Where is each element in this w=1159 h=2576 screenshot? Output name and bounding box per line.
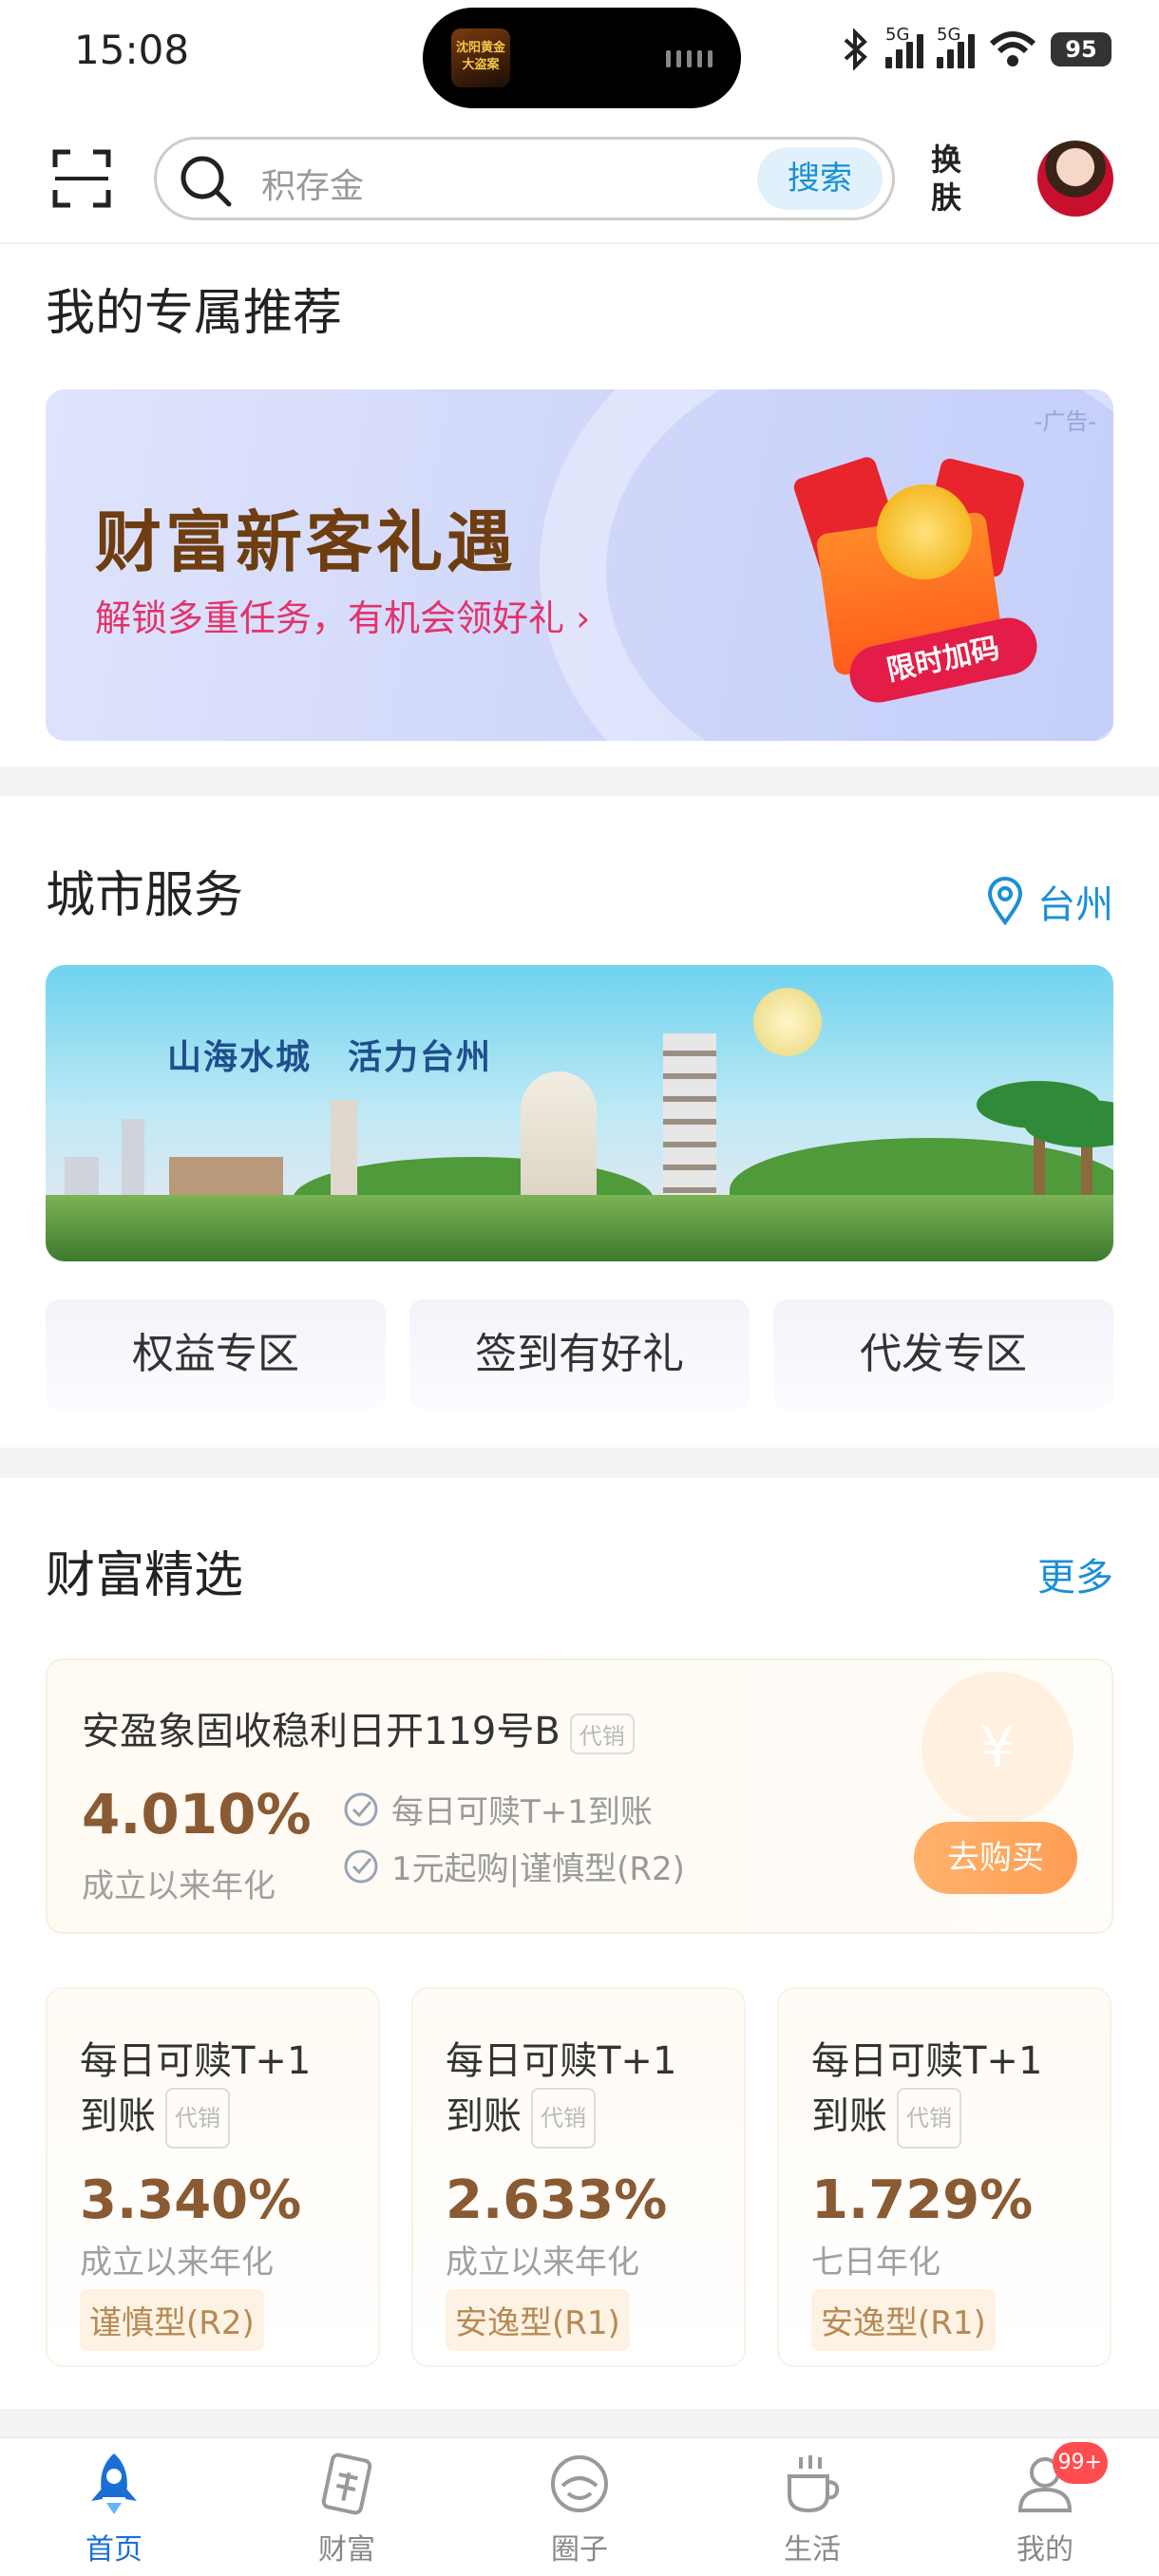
promo-banner[interactable]: -广告- 财富新客礼遇 解锁多重任务，有机会领好礼 › 限时加码 [46, 389, 1113, 741]
moon-icon [753, 988, 822, 1056]
distribution-badge: 代销 [897, 2088, 961, 2149]
risk-badge: 安逸型(R1) [446, 2289, 630, 2351]
check-circle-icon [344, 1849, 378, 1883]
distribution-badge: 代销 [531, 2088, 596, 2149]
product-rate: 2.633% [446, 2169, 668, 2231]
city-banner-text: 山海水城 活力台州 [167, 1037, 493, 1077]
featured-product-card[interactable]: ¥ 安盈象固收稳利日开119号B 代销 4.010% 成立以来年化 每日可赎T+1… [46, 1658, 1113, 1934]
product-rate-label: 七日年化 [811, 2244, 940, 2282]
skin-label-top: 换 [931, 142, 962, 178]
audio-bars-icon [666, 50, 712, 67]
recommend-section: 我的专属推荐 -广告- 财富新客礼遇 解锁多重任务，有机会领好礼 › 限时加码 [0, 244, 1159, 767]
avatar[interactable] [1037, 141, 1113, 217]
wealth-title: 财富精选 [46, 1547, 244, 1604]
distribution-badge: 代销 [569, 1713, 635, 1754]
recommend-title: 我的专属推荐 [46, 285, 343, 342]
product-name: 每日可赎T+1 到账 代销 [80, 2035, 365, 2149]
search-button[interactable]: 搜索 [757, 147, 883, 210]
battery-indicator: 95 [1051, 32, 1112, 66]
promo-title: 财富新客礼遇 [95, 503, 517, 581]
risk-badge: 安逸型(R1) [811, 2289, 996, 2351]
search-icon [180, 156, 232, 207]
search-bar[interactable]: 积存金 搜索 [154, 137, 895, 220]
product-rate: 4.010% [82, 1782, 312, 1847]
city-banner[interactable]: 山海水城 活力台州 [46, 965, 1113, 1261]
promo-subtitle: 解锁多重任务，有机会领好礼 › [95, 597, 591, 639]
circle-chat-icon [551, 2455, 608, 2512]
product-rate: 3.340% [80, 2169, 302, 2231]
check-circle-icon [344, 1792, 378, 1826]
status-bar: 15:08 沈阳黄金大盗案 5G 5G 95 [0, 0, 1159, 112]
wifi-icon [989, 31, 1036, 66]
nav-circle[interactable]: 圈子 [522, 2448, 636, 2567]
service-benefits-button[interactable]: 权益专区 [46, 1299, 386, 1410]
buy-button[interactable]: 去购买 [914, 1822, 1077, 1894]
island-app-thumbnail: 沈阳黄金大盗案 [451, 28, 510, 87]
city-services-section: 城市服务 台州 山海水城 活力台州 权益专区 签到有好礼 代发专区 [0, 796, 1159, 1448]
bluetooth-icon [844, 28, 867, 70]
service-signin-button[interactable]: 签到有好礼 [409, 1299, 750, 1410]
search-placeholder: 积存金 [261, 167, 365, 206]
status-time: 15:08 [74, 27, 190, 73]
signal-icon-2: 5G [937, 25, 975, 68]
more-link[interactable]: 更多 [1037, 1546, 1113, 1601]
rocket-icon [91, 2453, 137, 2514]
gift-box-icon: 限时加码 [768, 446, 1053, 709]
notification-badge: 99+ [1052, 2442, 1108, 2484]
product-card[interactable]: 每日可赎T+1 到账 代销 1.729% 七日年化 安逸型(R1) [777, 1987, 1112, 2367]
nav-mine[interactable]: 我的 99+ [988, 2442, 1108, 2567]
risk-badge: 谨慎型(R2) [80, 2289, 264, 2351]
system-icons: 5G 5G 95 [840, 25, 1112, 70]
product-card[interactable]: 每日可赎T+1 到账 代销 2.633% 成立以来年化 安逸型(R1) [411, 1987, 746, 2367]
city-title: 城市服务 [46, 867, 244, 924]
top-header: 积存金 搜索 换 肤 [0, 112, 1159, 243]
product-name: 每日可赎T+1 到账 代销 [811, 2035, 1096, 2149]
service-payroll-button[interactable]: 代发专区 [773, 1299, 1113, 1410]
yen-coin-icon: ¥ [922, 1672, 1074, 1824]
distribution-badge: 代销 [165, 2088, 230, 2149]
location-label: 台州 [1037, 883, 1113, 927]
product-name: 每日可赎T+1 到账 代销 [446, 2035, 731, 2149]
location-pin-icon [987, 877, 1023, 926]
bottom-nav: 首页 财富 圈子 生活 我的 99+ [0, 2437, 1159, 2576]
nav-wealth[interactable]: 财富 [290, 2448, 404, 2567]
location-selector[interactable]: 台州 [986, 874, 1113, 929]
wealth-icon [321, 2453, 372, 2515]
feature-item: 每日可赎T+1到账 [342, 1786, 653, 1832]
product-card[interactable]: 每日可赎T+1 到账 代销 3.340% 成立以来年化 谨慎型(R2) [46, 1987, 380, 2367]
scan-icon[interactable] [51, 148, 112, 209]
wealth-section: 财富精选 更多 ¥ 安盈象固收稳利日开119号B 代销 4.010% 成立以来年化… [0, 1478, 1159, 2409]
feature-item: 1元起购|谨慎型(R2) [342, 1843, 685, 1889]
product-rate-label: 成立以来年化 [446, 2244, 639, 2282]
nav-life[interactable]: 生活 [755, 2448, 869, 2567]
product-rate-label: 成立以来年化 [82, 1867, 276, 1905]
change-skin-button[interactable]: 换 肤 [931, 141, 1003, 217]
ad-tag: -广告- [1034, 408, 1096, 435]
dynamic-island[interactable]: 沈阳黄金大盗案 [423, 8, 741, 108]
nav-home[interactable]: 首页 [57, 2448, 171, 2567]
product-rate: 1.729% [811, 2169, 1034, 2231]
coffee-cup-icon [788, 2455, 840, 2513]
product-name: 安盈象固收稳利日开119号B 代销 [82, 1700, 635, 1755]
skin-label-bottom: 肤 [931, 180, 962, 216]
signal-icon-1: 5G [885, 25, 923, 68]
product-rate-label: 成立以来年化 [80, 2244, 274, 2282]
